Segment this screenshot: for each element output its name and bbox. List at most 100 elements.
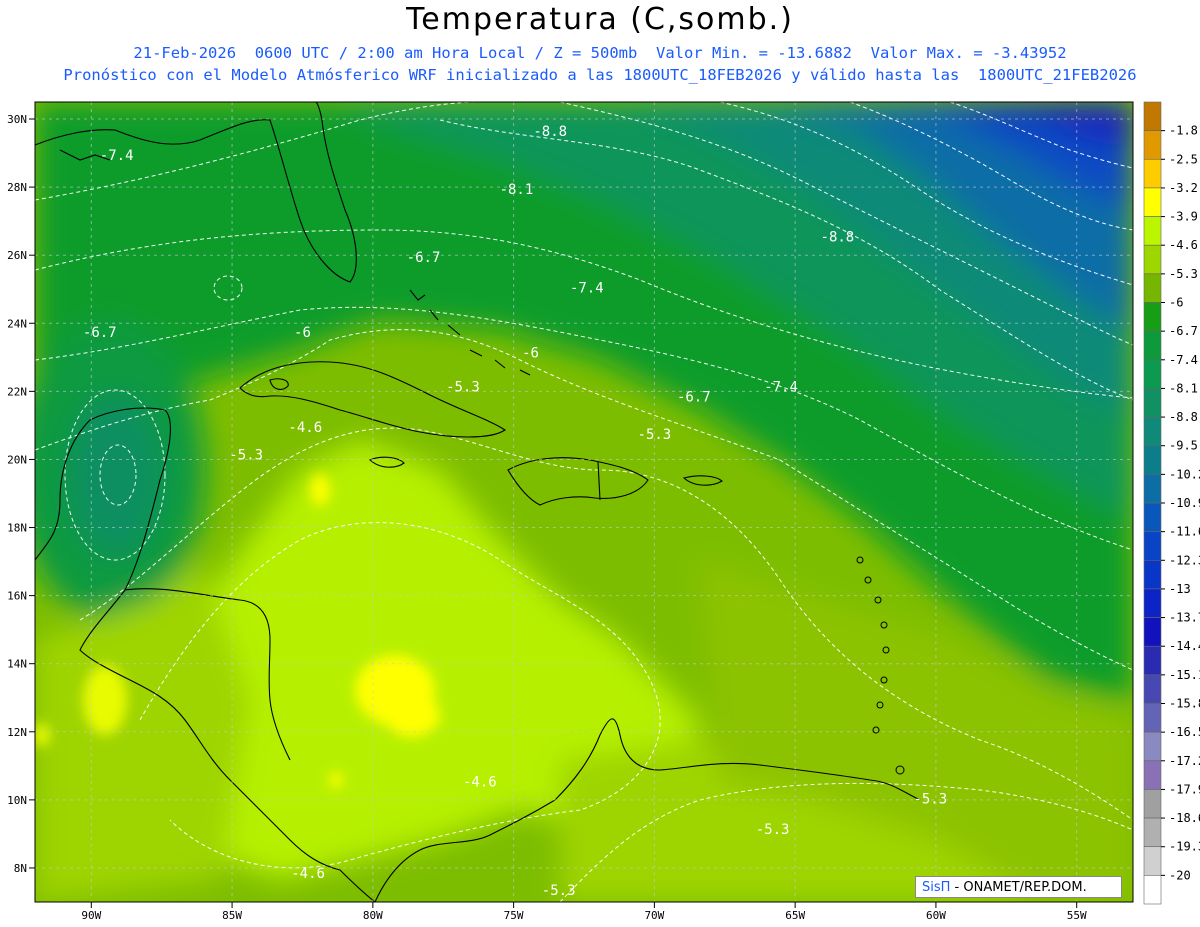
- contour-label: -8.1: [500, 182, 534, 198]
- colorbar-label: -17.2: [1169, 754, 1200, 768]
- lon-tick-label: 70W: [644, 909, 664, 922]
- credit-box: SisΠ - ONAMET/REP.DOM.: [915, 876, 1122, 898]
- colorbar-swatch: [1143, 531, 1162, 561]
- colorbar-label: -10.2: [1169, 467, 1200, 481]
- lon-tick-label: 60W: [926, 909, 946, 922]
- contour-label: -5.3: [542, 883, 576, 899]
- lat-tick-label: 10N: [7, 794, 27, 807]
- lon-tick-label: 75W: [504, 909, 524, 922]
- colorbar-swatch: [1143, 474, 1162, 504]
- colorbar-swatch: [1143, 445, 1162, 475]
- colorbar-label: -11.6: [1169, 525, 1200, 539]
- colorbar-label: -3.2: [1169, 181, 1198, 195]
- contour-label: -5.3: [913, 791, 947, 807]
- contour-label: -6.7: [407, 250, 441, 266]
- lon-tick-label: 85W: [222, 909, 242, 922]
- colorbar-label: -18.6: [1169, 811, 1200, 825]
- colorbar-label: -15.8: [1169, 697, 1200, 711]
- colorbar-label: -20: [1169, 868, 1191, 882]
- contour-label: -5.3: [229, 447, 263, 463]
- lat-tick-label: 22N: [7, 385, 27, 398]
- contour-label: -8.8: [533, 124, 567, 140]
- contour-label: -7.4: [570, 281, 604, 297]
- colorbar-label: -7.4: [1169, 353, 1198, 367]
- contour-label: -6: [294, 325, 311, 341]
- colorbar-swatch: [1143, 731, 1162, 762]
- lat-tick-label: 30N: [7, 113, 27, 126]
- colorbar-label: -5.3: [1169, 267, 1198, 281]
- colorbar-label: -12.3: [1169, 553, 1200, 567]
- temperature-field: [35, 102, 1133, 902]
- lat-tick-label: 24N: [7, 317, 27, 330]
- contour-label: -8.8: [821, 230, 855, 246]
- temperature-map: -8.8 -7.4 -8.1 -8.8 -6.7 -7.4 -6.7 -6 -6 -5.3 -7.4…: [7, 101, 1200, 922]
- contour-label: -5.3: [756, 822, 790, 838]
- colorbar-swatch: [1143, 559, 1162, 590]
- colorbar-swatch: [1143, 674, 1162, 704]
- colorbar-swatch: [1143, 273, 1162, 303]
- colorbar-swatch: [1143, 302, 1162, 332]
- lat-tick-label: 16N: [7, 590, 27, 603]
- colorbar-swatch: [1143, 130, 1162, 160]
- colorbar-swatch: [1143, 330, 1162, 361]
- colorbar-label: -8.1: [1169, 381, 1198, 395]
- colorbar-label: -6.7: [1169, 324, 1198, 338]
- colorbar-label: -6: [1169, 296, 1183, 310]
- colorbar-label: -3.9: [1169, 210, 1198, 224]
- colorbar-label: -14.4: [1169, 639, 1200, 653]
- colorbar-swatch: [1143, 216, 1162, 246]
- colorbar-swatch: [1143, 846, 1162, 876]
- contour-label: -6.7: [83, 325, 117, 341]
- contour-label: -5.3: [638, 427, 672, 443]
- lat-tick-label: 18N: [7, 522, 27, 535]
- credit-label: - ONAMET/REP.DOM.: [950, 880, 1087, 895]
- lat-tick-label: 12N: [7, 726, 27, 739]
- colorbar-swatch: [1143, 187, 1162, 217]
- lon-tick-label: 55W: [1067, 909, 1087, 922]
- colorbar-label: -2.5: [1169, 152, 1198, 166]
- colorbar-label: -4.6: [1169, 238, 1198, 252]
- lon-tick-label: 80W: [363, 909, 383, 922]
- colorbar-label: -13.7: [1169, 611, 1200, 625]
- colorbar-label: -1.8: [1169, 124, 1198, 138]
- contour-label: -7.4: [764, 379, 798, 395]
- colorbar-label: -16.5: [1169, 725, 1200, 739]
- colorbar-swatch: [1143, 101, 1162, 131]
- colorbar-swatch: [1143, 416, 1162, 447]
- colorbar-swatch: [1143, 789, 1162, 819]
- contour-label: -6: [522, 345, 539, 361]
- contour-label: -6.7: [677, 390, 711, 406]
- contour-label: -4.6: [463, 774, 497, 790]
- contour-label: -4.6: [288, 420, 322, 436]
- colorbar-swatch: [1143, 359, 1162, 389]
- colorbar-swatch: [1143, 645, 1162, 676]
- lat-tick-label: 8N: [14, 862, 27, 875]
- colorbar: -1.8 -2.5 -3.2 -3.9 -4.6 -5.3 -6 -6.7 -7.4 -8.1 -8…: [1143, 101, 1200, 905]
- lat-tick-label: 26N: [7, 249, 27, 262]
- contour-label: -4.6: [291, 866, 325, 882]
- colorbar-label: -17.9: [1169, 782, 1200, 796]
- colorbar-swatch: [1143, 760, 1162, 790]
- colorbar-label: -19.3: [1169, 840, 1200, 854]
- colorbar-swatch: [1143, 703, 1162, 733]
- colorbar-label: -15.1: [1169, 668, 1200, 682]
- colorbar-label: -8.8: [1169, 410, 1198, 424]
- colorbar-swatch: [1143, 617, 1162, 647]
- colorbar-swatch: [1143, 817, 1162, 848]
- colorbar-swatch: [1143, 244, 1162, 275]
- colorbar-label: -10.9: [1169, 496, 1200, 510]
- lat-tick-label: 20N: [7, 453, 27, 466]
- contour-label: -7.4: [100, 148, 134, 164]
- colorbar-swatch: [1143, 388, 1162, 418]
- colorbar-swatch: [1143, 588, 1162, 618]
- colorbar-label: -9.5: [1169, 439, 1198, 453]
- contour-label: -5.3: [446, 379, 480, 395]
- colorbar-label: -13: [1169, 582, 1191, 596]
- colorbar-swatch: [1143, 875, 1162, 905]
- colorbar-swatch: [1143, 158, 1162, 189]
- colorbar-swatch: [1143, 502, 1162, 532]
- lat-tick-label: 28N: [7, 181, 27, 194]
- lon-tick-label: 90W: [81, 909, 101, 922]
- sisppi-logo: SisΠ: [922, 880, 951, 895]
- lat-tick-label: 14N: [7, 658, 27, 671]
